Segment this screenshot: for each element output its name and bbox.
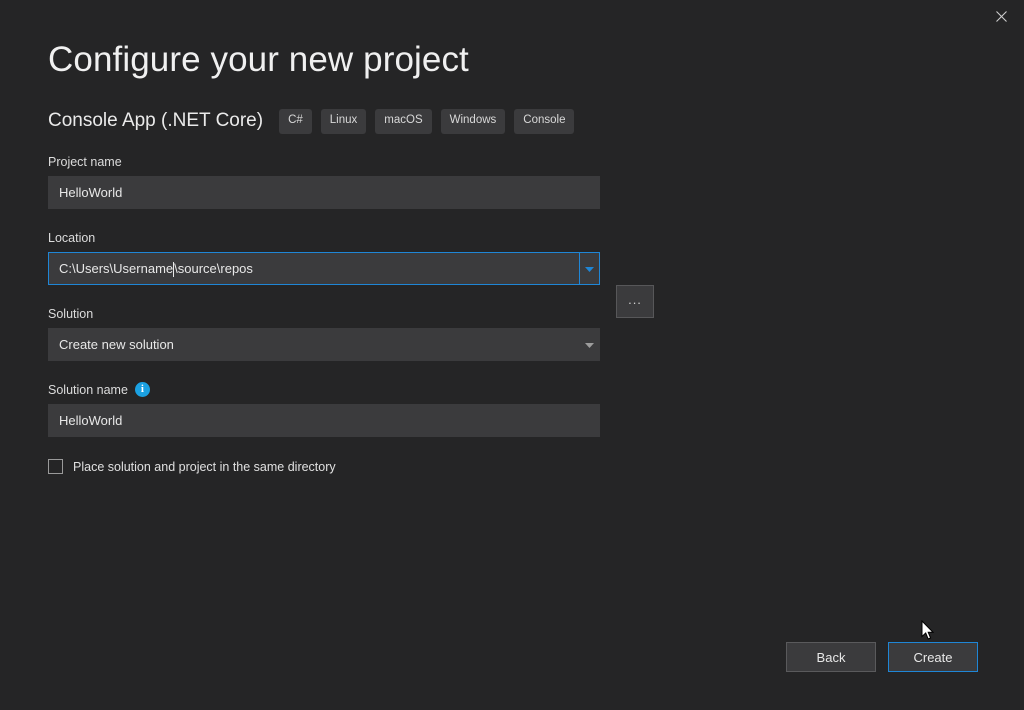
solution-name-label: Solution name	[48, 383, 128, 397]
location-input[interactable]: C:\Users\Username\source\repos	[48, 252, 600, 285]
project-name-input[interactable]: HelloWorld	[48, 176, 600, 209]
location-dropdown-button[interactable]	[579, 253, 599, 284]
solution-name-label-row: Solution name i	[48, 381, 658, 398]
template-name: Console App (.NET Core)	[48, 110, 263, 132]
solution-dropdown-button[interactable]	[579, 329, 599, 360]
close-icon	[996, 11, 1007, 22]
chevron-down-icon	[585, 337, 594, 352]
page-title: Configure your new project	[48, 40, 469, 80]
same-directory-checkbox[interactable]	[48, 459, 63, 474]
template-summary: Console App (.NET Core) C# Linux macOS W…	[48, 109, 574, 134]
tag-windows: Windows	[441, 109, 506, 134]
tag-console: Console	[514, 109, 574, 134]
tag-language: C#	[279, 109, 312, 134]
create-button[interactable]: Create	[888, 642, 978, 672]
location-value-after-caret: \source\repos	[174, 261, 253, 276]
tag-macos: macOS	[375, 109, 431, 134]
solution-name-input[interactable]: HelloWorld	[48, 404, 600, 437]
back-button[interactable]: Back	[786, 642, 876, 672]
text-caret	[173, 262, 174, 277]
tag-linux: Linux	[321, 109, 367, 134]
browse-location-button[interactable]: ...	[616, 285, 654, 318]
project-name-value: HelloWorld	[59, 185, 122, 200]
same-directory-checkbox-row[interactable]: Place solution and project in the same d…	[48, 459, 336, 474]
location-label: Location	[48, 229, 658, 246]
info-icon[interactable]: i	[135, 382, 150, 397]
configure-project-dialog: Configure your new project Console App (…	[0, 0, 1024, 710]
solution-value: Create new solution	[59, 337, 174, 352]
location-value-before-caret: C:\Users\Username	[59, 261, 173, 276]
solution-name-value: HelloWorld	[59, 413, 122, 428]
solution-select[interactable]: Create new solution	[48, 328, 600, 361]
dialog-footer: Back Create	[786, 642, 978, 672]
close-button[interactable]	[978, 0, 1024, 32]
solution-label: Solution	[48, 305, 658, 322]
same-directory-label: Place solution and project in the same d…	[73, 460, 336, 474]
project-name-label: Project name	[48, 153, 658, 170]
chevron-down-icon	[585, 261, 594, 276]
project-configuration-form: Project name HelloWorld Location C:\User…	[48, 153, 658, 474]
